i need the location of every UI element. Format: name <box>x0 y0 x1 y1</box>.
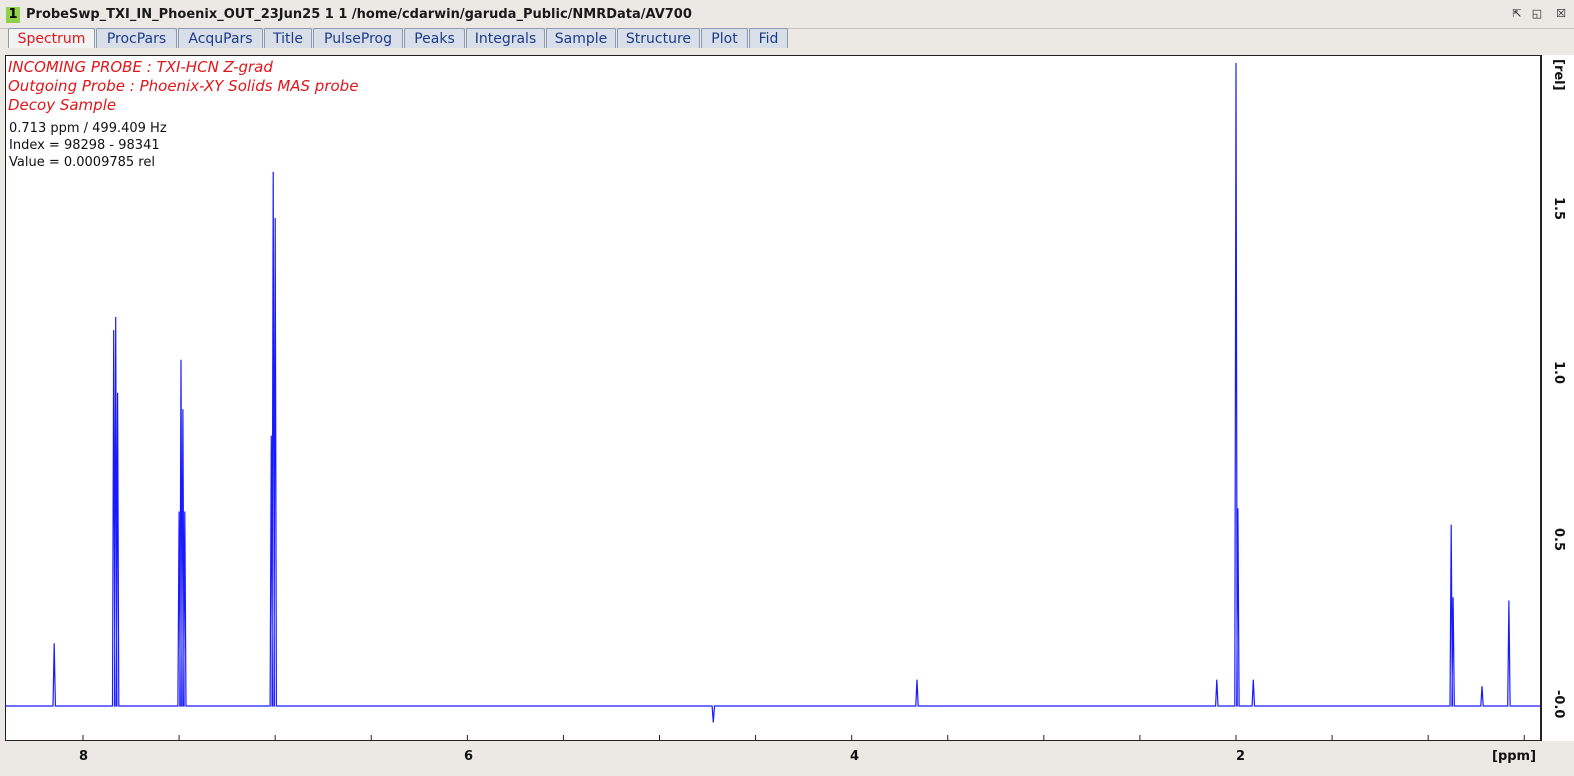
window-number-badge: 1 <box>6 7 20 23</box>
tab-plot[interactable]: Plot <box>701 28 748 48</box>
spectrum-trace <box>5 62 1541 723</box>
tab-fid[interactable]: Fid <box>749 28 788 48</box>
x-axis: 8 6 4 2 [ppm] <box>5 741 1541 773</box>
tab-acqupars[interactable]: AcquPars <box>178 28 263 48</box>
annotation-line-2: Outgoing Probe : Phoenix-XY Solids MAS p… <box>8 77 359 95</box>
tab-pulseprog[interactable]: PulseProg <box>313 28 403 48</box>
cursor-index: Index = 98298 - 98341 <box>9 138 160 153</box>
y-tick-label: -0.0 <box>1551 690 1566 719</box>
restore-icon[interactable]: ⇱ <box>1510 7 1524 21</box>
tab-structure[interactable]: Structure <box>617 28 700 48</box>
tab-procpars[interactable]: ProcPars <box>96 28 177 48</box>
y-axis-unit: [rel] <box>1551 59 1566 91</box>
annotation-line-1: INCOMING PROBE : TXI-HCN Z-grad <box>8 58 273 76</box>
y-tick-label: 1.5 <box>1551 197 1566 221</box>
tab-bar: Spectrum ProcPars AcquPars Title PulsePr… <box>0 28 1574 50</box>
close-icon[interactable]: ☒ <box>1554 7 1568 21</box>
annotation-line-3: Decoy Sample <box>8 96 117 114</box>
tab-sample[interactable]: Sample <box>546 28 616 48</box>
window-title: ProbeSwp_TXI_IN_Phoenix_OUT_23Jun25 1 1 … <box>26 7 692 22</box>
maximize-icon[interactable]: ◱ <box>1530 7 1544 21</box>
y-axis: [rel] 1.5 1.0 0.5 -0.0 <box>1541 55 1574 741</box>
y-tick-label: 0.5 <box>1551 528 1566 552</box>
tab-spectrum[interactable]: Spectrum <box>8 28 95 48</box>
cursor-position: 0.713 ppm / 499.409 Hz <box>9 121 167 136</box>
x-tick-label: 6 <box>464 749 474 764</box>
spectrum-chart[interactable] <box>5 55 1541 741</box>
tab-peaks[interactable]: Peaks <box>404 28 465 48</box>
tab-integrals[interactable]: Integrals <box>466 28 545 48</box>
x-tick-label: 8 <box>79 749 89 764</box>
cursor-value: Value = 0.0009785 rel <box>9 155 155 170</box>
tab-title[interactable]: Title <box>264 28 312 48</box>
y-tick-label: 1.0 <box>1551 361 1566 385</box>
x-tick-label: 4 <box>850 749 860 764</box>
window-titlebar: 1 ProbeSwp_TXI_IN_Phoenix_OUT_23Jun25 1 … <box>0 0 1574 29</box>
x-axis-unit: [ppm] <box>1492 749 1537 764</box>
x-tick-label: 2 <box>1236 749 1246 764</box>
